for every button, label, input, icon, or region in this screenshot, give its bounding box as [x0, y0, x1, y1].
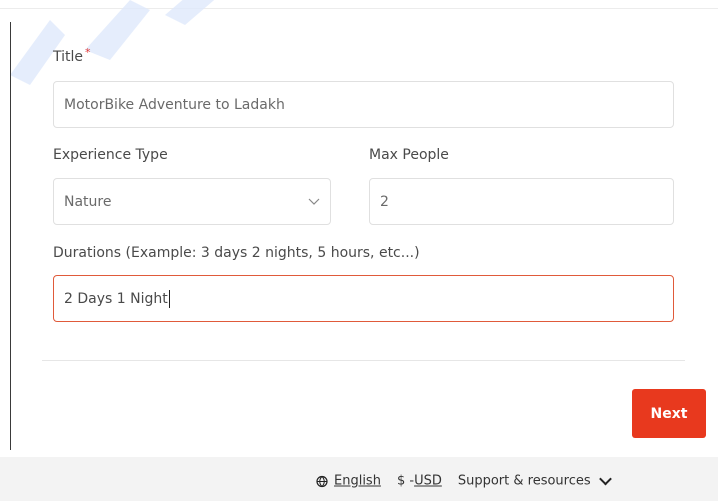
title-input-value: MotorBike Adventure to Ladakh [64, 96, 285, 113]
page: Title * MotorBike Adventure to Ladakh Exp… [0, 0, 718, 501]
footer-links: English $ - USD Support & resources [316, 472, 612, 489]
next-button[interactable]: Next [632, 389, 706, 438]
experience-type-select[interactable]: Nature [53, 178, 331, 225]
text-cursor [168, 289, 170, 308]
durations-input[interactable]: 2 Days 1 Night [53, 275, 674, 322]
durations-label: Durations (Example: 3 days 2 nights, 5 h… [53, 245, 420, 261]
globe-icon [316, 475, 328, 487]
experience-type-label: Experience Type [53, 147, 168, 163]
title-label: Title [53, 49, 84, 65]
required-mark: * [85, 46, 91, 59]
support-link[interactable]: Support & resources [458, 474, 591, 489]
title-input[interactable]: MotorBike Adventure to Ladakh [53, 81, 674, 128]
title-label-row: Title * [53, 46, 91, 65]
top-divider [0, 8, 718, 9]
experience-type-label-row: Experience Type [53, 144, 168, 163]
form-divider [42, 360, 685, 361]
max-people-value: 2 [380, 193, 389, 210]
durations-value: 2 Days 1 Night [64, 290, 168, 307]
durations-label-row: Durations (Example: 3 days 2 nights, 5 h… [53, 242, 420, 261]
max-people-label-row: Max People [369, 144, 449, 163]
left-border [10, 22, 11, 450]
language-link[interactable]: English [334, 474, 381, 489]
chevron-down-icon [308, 198, 320, 205]
max-people-label: Max People [369, 147, 449, 163]
currency-link[interactable]: USD [414, 474, 442, 489]
chevron-down-icon [598, 472, 612, 486]
max-people-input[interactable]: 2 [369, 178, 674, 225]
currency-symbol: $ - [396, 473, 415, 489]
experience-type-value: Nature [64, 193, 112, 210]
